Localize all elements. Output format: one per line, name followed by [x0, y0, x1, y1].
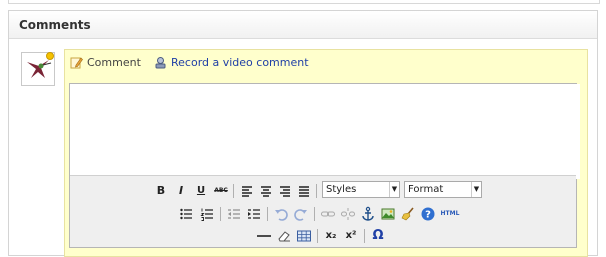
align-left-icon	[242, 186, 252, 197]
pencil-note-icon	[70, 57, 83, 69]
align-center-button[interactable]	[258, 183, 274, 199]
toolbar-separator	[220, 207, 221, 221]
italic-button[interactable]: I	[173, 183, 189, 199]
top-border	[8, 0, 600, 4]
numbered-list-icon	[200, 208, 213, 221]
subscript-button[interactable]: x₂	[323, 228, 339, 244]
cleanup-button[interactable]	[400, 206, 416, 222]
link-button[interactable]	[320, 206, 336, 222]
toolbar-separator	[316, 184, 317, 198]
anchor-icon	[362, 206, 374, 221]
comment-form: Comment Record a video comment B I U ABC	[64, 49, 588, 257]
align-justify-icon	[299, 186, 309, 197]
table-button[interactable]	[296, 228, 312, 244]
align-justify-button[interactable]	[296, 183, 312, 199]
underline-button[interactable]: U	[193, 183, 209, 199]
unlink-button[interactable]	[340, 206, 356, 222]
indent-button[interactable]	[246, 206, 262, 222]
superscript-button[interactable]: x²	[343, 228, 359, 244]
help-button[interactable]: ?	[420, 206, 436, 222]
html-source-button[interactable]: HTML	[439, 206, 461, 222]
tab-comment-label: Comment	[87, 56, 141, 69]
outdent-button[interactable]	[226, 206, 242, 222]
anchor-button[interactable]	[360, 206, 376, 222]
toolbar-separator	[317, 229, 318, 243]
editor-toolbar: B I U ABC Styles ▼ Format ▼ ? HTML x₂ x²…	[70, 175, 576, 247]
outdent-icon	[228, 209, 240, 219]
align-center-icon	[261, 186, 271, 197]
remove-format-button[interactable]	[276, 228, 292, 244]
styles-dropdown-value: Styles	[326, 184, 357, 195]
align-right-icon	[280, 186, 290, 197]
comments-panel: Comments Comment Record a video comment	[8, 10, 598, 257]
tab-record-video-label: Record a video comment	[171, 56, 309, 69]
special-character-button[interactable]: Ω	[370, 228, 386, 244]
tab-comment[interactable]: Comment	[70, 56, 141, 69]
broom-icon	[401, 207, 414, 221]
rich-text-editor: B I U ABC Styles ▼ Format ▼ ? HTML x₂ x²…	[69, 83, 580, 248]
bullet-list-icon	[180, 208, 192, 220]
align-right-button[interactable]	[277, 183, 293, 199]
undo-button[interactable]	[273, 206, 289, 222]
eraser-icon	[278, 231, 290, 242]
table-icon	[297, 230, 311, 242]
toolbar-separator	[314, 207, 315, 221]
numbered-list-button[interactable]	[199, 206, 215, 222]
indent-icon	[248, 209, 260, 219]
align-left-button[interactable]	[239, 183, 255, 199]
chevron-down-icon: ▼	[471, 182, 481, 197]
tab-record-video[interactable]: Record a video comment	[154, 56, 309, 69]
redo-icon	[294, 209, 307, 221]
strikethrough-button[interactable]: ABC	[213, 183, 229, 199]
panel-header	[9, 11, 597, 39]
chevron-down-icon: ▼	[389, 182, 399, 197]
bullet-list-button[interactable]	[178, 206, 194, 222]
styles-dropdown[interactable]: Styles ▼	[322, 181, 400, 198]
toolbar-separator	[267, 207, 268, 221]
bold-button[interactable]: B	[153, 183, 169, 199]
redo-button[interactable]	[293, 206, 309, 222]
horizontal-rule-button[interactable]	[256, 228, 272, 244]
image-button[interactable]	[380, 206, 396, 222]
format-dropdown-value: Format	[408, 184, 444, 195]
format-dropdown[interactable]: Format ▼	[404, 181, 482, 198]
toolbar-separator	[233, 184, 234, 198]
horizontal-rule-icon	[257, 235, 271, 237]
link-icon	[321, 211, 335, 217]
help-icon: ?	[421, 207, 435, 221]
panel-title: Comments	[19, 18, 91, 32]
online-status-icon	[46, 52, 54, 60]
webcam-user-icon	[155, 57, 166, 69]
undo-icon	[275, 209, 288, 221]
comment-textarea[interactable]	[70, 84, 580, 179]
toolbar-separator	[364, 229, 365, 243]
svg-text:?: ?	[425, 210, 431, 221]
unlink-icon	[341, 208, 355, 220]
image-icon	[381, 208, 395, 220]
